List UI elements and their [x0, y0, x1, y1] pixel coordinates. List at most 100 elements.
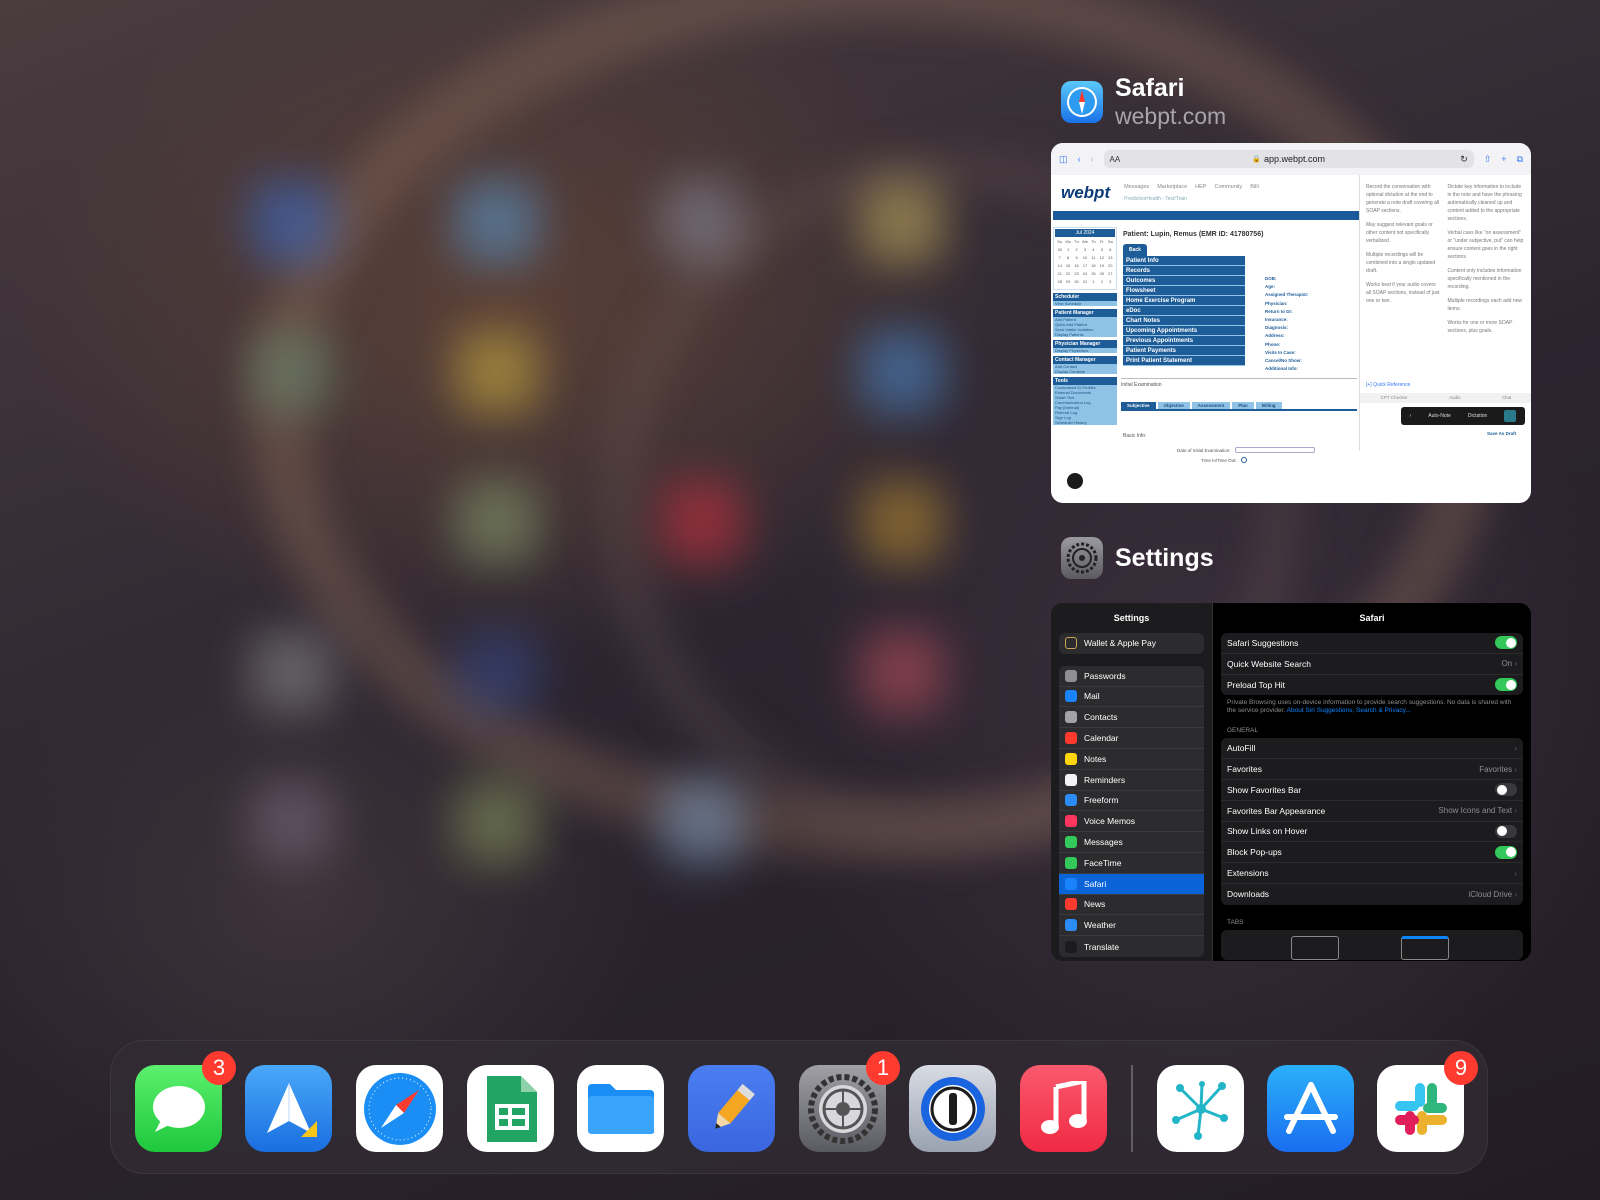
- blurred-app-icon: [860, 330, 944, 414]
- messages-icon: [1065, 836, 1077, 849]
- date-fields: [1234, 447, 1315, 453]
- chevron-right-icon: ›: [1409, 413, 1412, 419]
- safari-app-snapshot[interactable]: ◫ ‹ › AA 🔒 app.webpt.com ↻ ⇧ + ⧉ webpt M…: [1051, 143, 1531, 503]
- settings-sidebar-title: Settings: [1113, 613, 1150, 623]
- calendar-day: 25: [1091, 271, 1096, 276]
- left-section-link: Display Physicians: [1055, 348, 1089, 353]
- dock-app-mind-map[interactable]: [1157, 1065, 1244, 1152]
- patient-menu-item: Previous Appointments: [1123, 336, 1245, 346]
- music-note-icon: [1040, 1080, 1087, 1134]
- calendar-day: 24: [1082, 271, 1088, 276]
- initial-exam-label: Initial Examination: [1121, 378, 1357, 388]
- settings-item-label: FaceTime: [1084, 857, 1122, 868]
- dock-app-files[interactable]: [577, 1065, 664, 1152]
- safari-card-title[interactable]: Safari webpt.com: [1061, 74, 1226, 130]
- dock-app-settings[interactable]: 1: [799, 1051, 900, 1152]
- calendar-day: 20: [1108, 263, 1113, 268]
- calendar-day: 31: [1082, 279, 1088, 284]
- blurred-app-icon: [250, 330, 334, 414]
- blurred-app-icon: [455, 630, 539, 714]
- dock-app-spark[interactable]: [245, 1065, 332, 1152]
- soap-tab: Billing: [1255, 402, 1282, 409]
- settings-item-translate: Translate: [1059, 936, 1204, 957]
- nav-item: Community: [1214, 184, 1243, 190]
- calendar-day: Tu: [1074, 239, 1079, 244]
- blurred-app-icon: [455, 330, 539, 414]
- toggle-switch: [1495, 783, 1517, 797]
- panel-tab: CPT Checker: [1380, 395, 1408, 400]
- setting-value: iCloud Drive: [1469, 890, 1517, 899]
- setting-label: Show Links on Hover: [1227, 826, 1308, 837]
- settings-item-label: Notes: [1084, 753, 1107, 764]
- time-radio-icon: [1240, 457, 1247, 463]
- address-bar: AA 🔒 app.webpt.com ↻: [1103, 150, 1474, 168]
- mini-calendar: Jul 2024 Su Mo Tu We Th Fr Sa 30 1 2 3 4 5 6 7 8 9 10 11 12…: [1053, 227, 1117, 290]
- dock-app-google-sheets[interactable]: [467, 1065, 554, 1152]
- basic-info-label: Basic Info:: [1123, 433, 1147, 439]
- safari-icon: [1061, 81, 1103, 123]
- dock-app-messages[interactable]: 3: [135, 1051, 236, 1152]
- settings-sidebar: Settings Wallet & Apple Pay Passwords Mai…: [1051, 603, 1212, 961]
- pencil-icon: [714, 1083, 755, 1129]
- calendar-day: 27: [1108, 271, 1113, 276]
- text-size-button: AA: [1109, 154, 1121, 164]
- wallet-group: Wallet & Apple Pay: [1059, 633, 1204, 654]
- slack-badge: 9: [1444, 1051, 1478, 1085]
- dock-app-slack[interactable]: 9: [1377, 1051, 1478, 1152]
- toggle-switch: [1495, 824, 1517, 838]
- safari-card-subtitle: webpt.com: [1115, 103, 1227, 129]
- dock-app-notability[interactable]: [688, 1065, 775, 1152]
- settings-app-snapshot[interactable]: Settings Wallet & Apple Pay Passwords Mai…: [1051, 603, 1531, 961]
- panel-tab: Audio: [1448, 395, 1461, 400]
- dock-divider: [1131, 1065, 1133, 1152]
- general-header: GENERAL: [1227, 727, 1259, 735]
- setting-label: Quick Website Search: [1227, 658, 1311, 669]
- url-text: app.webpt.com: [1263, 154, 1326, 164]
- dictation-help: Dictate key information to include in th…: [1448, 183, 1526, 443]
- search-settings-group: Safari Suggestions Quick Website Search On…: [1221, 633, 1523, 696]
- safari-toolbar: ◫ ‹ › AA 🔒 app.webpt.com ↻ ⇧ + ⧉: [1051, 143, 1531, 175]
- detail-title: Safari: [1359, 613, 1385, 623]
- settings-item-wallet: Wallet & Apple Pay: [1059, 633, 1204, 654]
- dock-app-1password[interactable]: [909, 1065, 996, 1152]
- settings-item-freeform: Freeform: [1059, 791, 1204, 812]
- dock-app-music[interactable]: [1020, 1065, 1107, 1152]
- calendar-day: 9: [1075, 255, 1078, 260]
- left-section-title: Patient Manager: [1053, 309, 1117, 317]
- settings-item-contacts: Contacts: [1059, 707, 1204, 729]
- patient-menu-item: eDoc: [1123, 306, 1245, 316]
- settings-card-title[interactable]: Settings: [1061, 537, 1214, 579]
- calendar-day: 16: [1074, 263, 1079, 268]
- setting-label: Downloads: [1227, 889, 1270, 900]
- patient-field-label: DOB:: [1265, 276, 1277, 281]
- sidebar-icon: ◫: [1059, 153, 1068, 164]
- left-section-title: Physician Manager: [1053, 340, 1117, 348]
- freeform-icon: [1065, 794, 1077, 807]
- calendar-day: 11: [1091, 255, 1096, 260]
- dock-app-safari[interactable]: [356, 1065, 443, 1152]
- soap-tab: Plan: [1232, 402, 1254, 409]
- patient-field-label: Return to Dr:: [1265, 308, 1293, 314]
- app-store-icon: [1283, 1081, 1338, 1134]
- blurred-app-icon: [860, 630, 944, 714]
- calendar-day: 8: [1067, 255, 1070, 260]
- safari-compass-icon: [363, 1072, 436, 1145]
- settings-item-label: Calendar: [1084, 733, 1119, 744]
- reminders-icon: [1065, 773, 1077, 786]
- settings-item-label: Freeform: [1084, 795, 1119, 806]
- webpt-left-panel: Jul 2024 Su Mo Tu We Th Fr Sa 30 1 2 3 4 5 6 7 8 9 10 11 12…: [1053, 227, 1117, 503]
- wallet-icon: [1065, 637, 1077, 650]
- dock-app-app-store[interactable]: [1267, 1065, 1354, 1152]
- apps-group: Passwords Mail Contacts Calendar Notes Remind…: [1059, 665, 1204, 957]
- calendar-day: 30: [1057, 247, 1062, 252]
- blurred-app-icon: [660, 180, 744, 264]
- settings-item-news: News: [1059, 895, 1204, 916]
- new-tab-icon: +: [1501, 154, 1507, 164]
- settings-item-reminders: Reminders: [1059, 770, 1204, 791]
- patient-field-label: Phone:: [1265, 341, 1281, 347]
- setting-value: Favorites: [1479, 765, 1517, 774]
- left-section: Contact Manager Add Contact Display Contac…: [1053, 356, 1117, 374]
- left-section-link: View Schedule: [1055, 301, 1082, 306]
- clinic-name: PredictionHealth - Test/Train: [1124, 196, 1187, 202]
- settings-item-label: Reminders: [1084, 774, 1126, 785]
